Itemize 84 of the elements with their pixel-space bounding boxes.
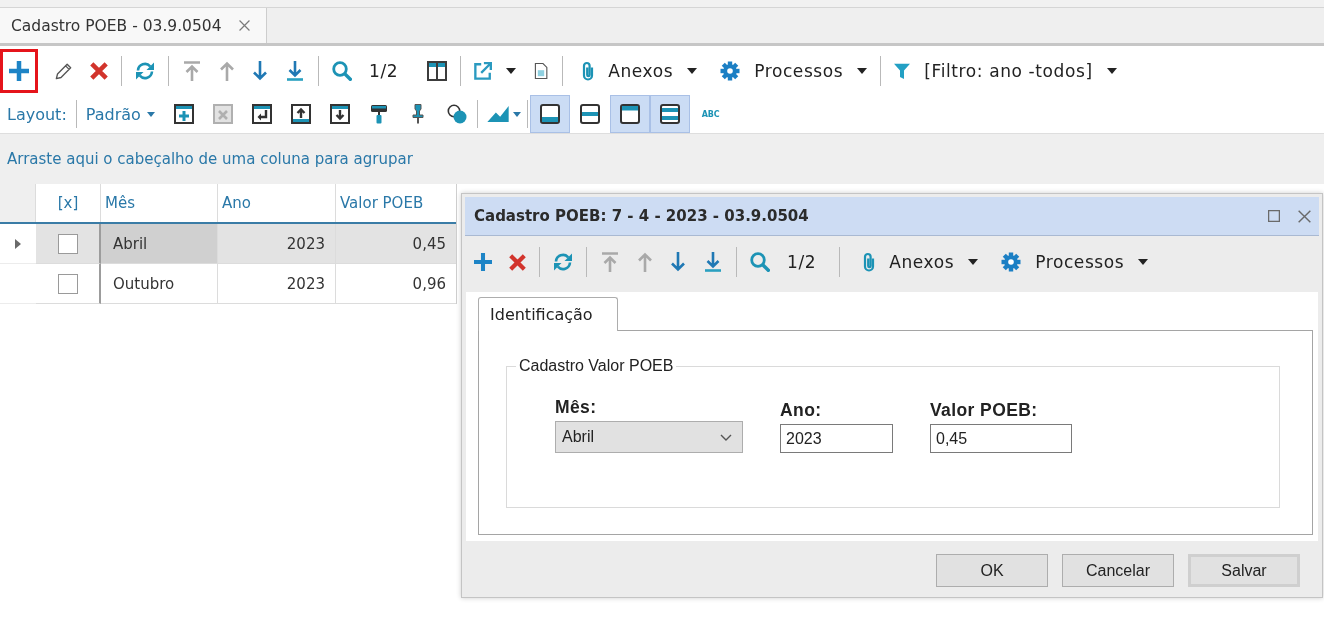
caret-icon (506, 67, 517, 74)
tab[interactable]: Identificação (478, 297, 618, 331)
gear-icon (720, 60, 741, 81)
dialog-button[interactable]: Salvar (1188, 554, 1300, 587)
caret-icon (512, 111, 521, 117)
text-input[interactable]: 2023 (780, 424, 893, 453)
add-button[interactable] (0, 48, 38, 93)
dropdown[interactable]: Abril (555, 421, 743, 453)
panel-top-icon (619, 104, 640, 124)
table-cell: 0,96 (336, 264, 456, 304)
refresh-icon[interactable] (135, 60, 155, 81)
external-link-icon (474, 61, 493, 80)
columns-icon[interactable] (427, 60, 448, 81)
field-label: Mês: (555, 397, 598, 418)
document-icon[interactable] (533, 60, 550, 81)
table-row[interactable]: Abril 2023 0,45 (36, 224, 456, 264)
plus-icon[interactable] (474, 253, 492, 271)
column-header[interactable]: Ano (218, 184, 336, 222)
page-counter: 1/2 (787, 252, 817, 272)
arrow-down-icon[interactable] (670, 252, 686, 272)
search-icon[interactable] (332, 60, 352, 81)
layout-label: Layout: (7, 104, 67, 124)
group-hint: Arraste aqui o cabeçalho de uma coluna para agrupar (7, 150, 413, 168)
checkbox[interactable] (57, 273, 78, 294)
paperclip-icon (582, 60, 595, 81)
cross-icon[interactable] (90, 61, 108, 80)
processes-button[interactable]: Processos (1001, 247, 1149, 277)
view-toggle-button[interactable] (649, 95, 690, 133)
field-label: Valor POEB: (930, 400, 1039, 421)
field-label: Ano: (780, 400, 823, 421)
close-icon[interactable] (1298, 209, 1311, 223)
column-header[interactable]: [x] (36, 184, 101, 222)
panel-rows-icon (579, 104, 600, 124)
arrow-to-bottom-icon[interactable] (285, 60, 305, 81)
caret-icon (968, 259, 979, 265)
area-chart-icon (486, 106, 509, 122)
attachments-button[interactable]: Anexos (863, 247, 979, 277)
return-box-icon[interactable] (251, 104, 272, 124)
column-header[interactable]: Valor POEB (336, 184, 456, 222)
table-cell: 2023 (218, 264, 336, 304)
download-box-icon[interactable] (329, 104, 350, 124)
table-cell: Outubro (101, 264, 218, 304)
checkbox[interactable] (57, 233, 78, 254)
attachments-button[interactable]: Anexos (582, 55, 698, 86)
shapes-icon[interactable] (446, 104, 467, 124)
caret-icon (857, 67, 868, 74)
text-format-button[interactable]: ABC (701, 109, 720, 119)
column-header[interactable]: Mês (101, 184, 218, 222)
row-pointer-icon (15, 238, 21, 249)
chevron-down-icon (720, 433, 732, 441)
processes-button[interactable]: Processos (720, 55, 868, 86)
page-counter: 1/2 (369, 60, 399, 81)
arrow-to-bottom-icon[interactable] (703, 252, 723, 272)
paint-roller-icon[interactable] (368, 104, 389, 124)
caret-icon (687, 67, 698, 74)
gear-icon (1001, 252, 1022, 272)
search-icon[interactable] (750, 252, 770, 272)
plus-icon (9, 60, 29, 81)
filter-button[interactable]: [Filtro: ano -todos] (894, 55, 1117, 86)
upload-box-icon[interactable] (290, 104, 311, 124)
dialog-title: Cadastro POEB: 7 - 4 - 2023 - 03.9.0504 (474, 207, 809, 225)
caret-icon (1138, 259, 1149, 265)
text-input[interactable]: 0,45 (930, 424, 1072, 453)
pencil-icon[interactable] (55, 61, 73, 80)
table-row[interactable]: Outubro 2023 0,96 (36, 264, 456, 304)
caret-icon (1106, 67, 1117, 74)
close-icon[interactable] (238, 20, 250, 31)
document-tab[interactable]: Cadastro POEB - 03.9.0504 (0, 8, 267, 43)
paperclip-icon (863, 252, 876, 272)
arrow-down-icon[interactable] (252, 60, 268, 81)
view-toggle-button[interactable] (609, 95, 650, 133)
dialog-button[interactable]: OK (936, 554, 1048, 587)
refresh-icon[interactable] (553, 252, 573, 272)
panel-bottom-icon (539, 104, 560, 124)
caret-icon (146, 111, 155, 117)
view-toggle-button[interactable] (529, 95, 570, 133)
table-cell: Abril (101, 224, 218, 264)
group-title: Cadastro Valor POEB (518, 357, 675, 375)
dialog-button[interactable]: Cancelar (1062, 554, 1174, 587)
layout-dropdown[interactable]: Padrão (85, 99, 155, 129)
add-box-icon[interactable] (173, 104, 194, 124)
panel-double-icon (659, 104, 680, 124)
maximize-icon[interactable] (1268, 210, 1280, 222)
cross-icon[interactable] (509, 253, 526, 271)
